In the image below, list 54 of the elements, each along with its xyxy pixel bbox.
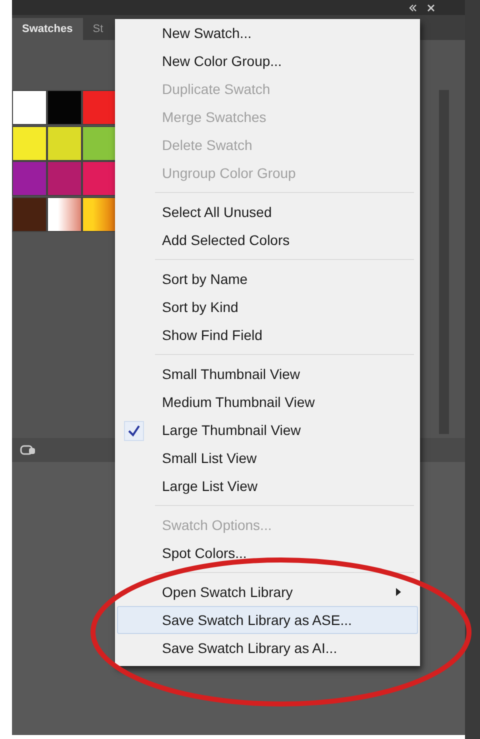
color-swatch[interactable] [82, 161, 117, 196]
color-swatch[interactable] [47, 161, 82, 196]
menu-item-label: Sort by Kind [162, 298, 238, 317]
color-swatch[interactable] [47, 90, 82, 125]
library-icon[interactable] [20, 444, 36, 456]
menu-item-label: Sort by Name [162, 270, 248, 289]
menu-item-label: Small Thumbnail View [162, 364, 300, 384]
menu-item[interactable]: Small List View [117, 444, 418, 472]
menu-item-label: Save Swatch Library as AI... [162, 638, 338, 658]
color-swatch[interactable] [82, 90, 117, 125]
menu-item-label: Large List View [162, 476, 258, 496]
menu-item[interactable]: Open Swatch Library [117, 578, 418, 606]
menu-item[interactable]: Large Thumbnail View [117, 416, 418, 444]
menu-item-label: Save Swatch Library as ASE... [162, 610, 352, 630]
menu-item[interactable]: Medium Thumbnail View [117, 388, 418, 416]
menu-item[interactable]: Save Swatch Library as AI... [117, 634, 418, 662]
color-swatch[interactable] [12, 196, 47, 232]
color-swatch[interactable] [12, 90, 47, 125]
submenu-arrow-icon [396, 588, 401, 596]
menu-item-label: Large Thumbnail View [162, 420, 301, 440]
menu-item[interactable]: Small Thumbnail View [117, 360, 418, 388]
menu-item-label: Select All Unused [162, 202, 272, 222]
menu-item-label: Duplicate Swatch [162, 80, 270, 99]
menu-item-label: Medium Thumbnail View [162, 392, 315, 412]
menu-item-label: Delete Swatch [162, 136, 252, 154]
menu-item[interactable]: Select All Unused [117, 198, 418, 226]
menu-item-label: Ungroup Color Group [162, 164, 296, 183]
color-swatch[interactable] [82, 196, 117, 232]
menu-item-label: New Swatch... [162, 24, 252, 42]
menu-item-label: Open Swatch Library [162, 582, 293, 602]
menu-item[interactable]: New Color Group... [117, 47, 418, 75]
menu-item[interactable]: Large List View [117, 472, 418, 500]
menu-item-label: Small List View [162, 448, 257, 468]
menu-item-label: Swatch Options... [162, 516, 272, 535]
panel-tab[interactable]: Swatches [12, 18, 83, 40]
menu-item[interactable]: Save Swatch Library as ASE... [117, 606, 418, 634]
color-swatch[interactable] [82, 126, 117, 160]
menu-item-label: New Color Group... [162, 52, 282, 71]
menu-item[interactable]: Spot Colors... [117, 539, 418, 567]
menu-item-label: Show Find Field [162, 326, 262, 344]
menu-item[interactable]: Sort by Name [117, 265, 418, 293]
menu-item[interactable]: Show Find Field [117, 321, 418, 349]
collapse-icon[interactable] [409, 4, 417, 12]
color-swatch[interactable] [47, 126, 82, 160]
menu-item-label: Merge Swatches [162, 108, 266, 127]
menu-item[interactable]: Add Selected Colors [117, 226, 418, 254]
menu-item-label: Spot Colors... [162, 544, 247, 563]
color-swatch[interactable] [47, 196, 82, 232]
menu-item[interactable]: New Swatch... [117, 19, 418, 47]
menu-item-label: Add Selected Colors [162, 230, 290, 250]
color-swatch[interactable] [12, 126, 47, 160]
menu-item[interactable]: Sort by Kind [117, 293, 418, 321]
close-icon[interactable] [427, 4, 435, 12]
color-swatch[interactable] [12, 161, 47, 196]
